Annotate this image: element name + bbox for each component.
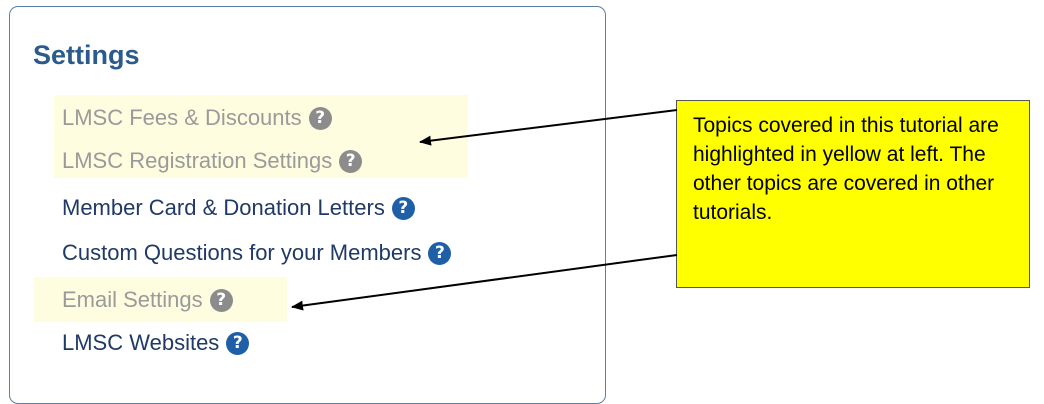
callout-arrows	[291, 109, 678, 311]
arrow-to-top-highlight	[419, 109, 678, 146]
arrow-to-email-settings	[291, 254, 678, 311]
